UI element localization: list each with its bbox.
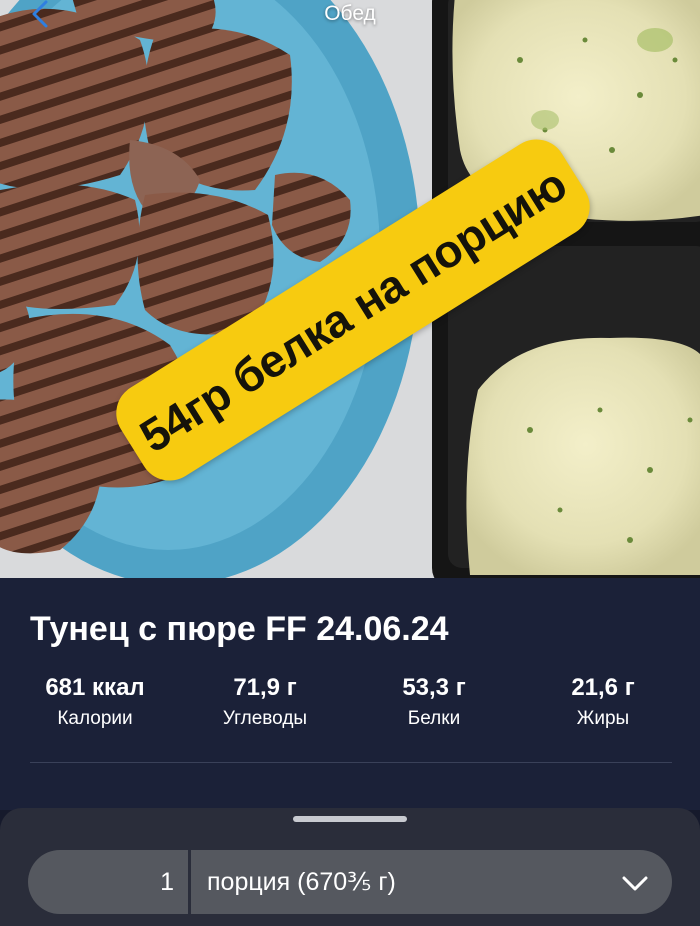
nutrient-summary: 681 ккал Калории 71,9 г Углеводы 53,3 г … [0,674,700,734]
nutrient-label: Белки [407,708,461,729]
portion-unit-label: порция (670⅗ г) [207,868,396,896]
nutrient-value: 53,3 г [402,674,466,701]
top-bar: Обед [0,0,700,34]
nutrient-label: Калории [57,708,133,729]
portion-unit-select[interactable]: порция (670⅗ г) [191,850,672,914]
chevron-down-icon [622,876,648,891]
nutrient-label: Жиры [576,708,630,729]
portion-sheet: 1 порция (670⅗ г) [0,808,700,926]
food-detail-screen: Обед 54гр белка на порцию Тунец с пюре F… [0,0,700,926]
divider [30,762,672,763]
nutrient-value: 71,9 г [233,674,297,701]
screen-title: Обед [324,2,376,25]
nutrient-calories: 681 ккал Калории [10,674,180,730]
dish-photo: Обед 54гр белка на порцию [0,0,700,578]
nutrient-protein: 53,3 г Белки [349,674,519,730]
quantity-input[interactable]: 1 [28,850,188,914]
dish-info-panel: Тунец с пюре FF 24.06.24 681 ккал Калори… [0,578,700,810]
sheet-drag-handle[interactable] [293,816,407,822]
nutrient-label: Углеводы [222,708,308,729]
nutrient-value: 21,6 г [571,674,635,701]
nutrient-carbs: 71,9 г Углеводы [180,674,350,730]
dish-title: Тунец с пюре FF 24.06.24 [30,610,449,648]
nutrient-fat: 21,6 г Жиры [518,674,688,730]
nutrient-value: 681 ккал [45,674,145,701]
